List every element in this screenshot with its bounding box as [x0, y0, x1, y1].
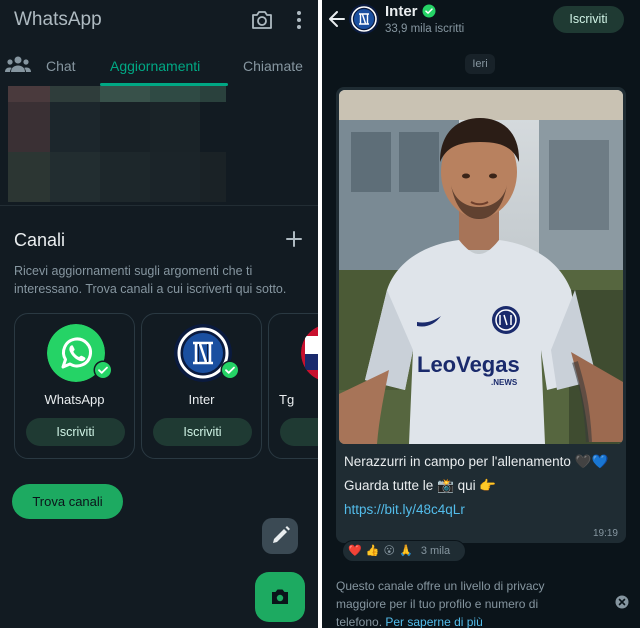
close-icon[interactable]: [615, 595, 629, 609]
reaction-heart: ❤️: [348, 545, 362, 557]
reaction-surprised: 😮: [383, 545, 395, 557]
more-vertical-icon[interactable]: [290, 9, 308, 31]
status-list-blurred: [0, 86, 318, 204]
tab-aggiornamenti[interactable]: Aggiornamenti: [110, 58, 200, 74]
subscribe-button[interactable]: Iscriviti: [26, 418, 125, 446]
reaction-thumbs-up: 👍: [365, 545, 380, 557]
player-photo-image: LeoVegas .NEWS: [339, 90, 623, 444]
message-link[interactable]: https://bit.ly/48c4qLr: [344, 502, 465, 517]
channel-card-inter[interactable]: Inter Iscriviti: [141, 313, 262, 459]
tg-logo-icon: [301, 326, 318, 380]
message-text: Nerazzurri in campo per l'allenamento 🖤💙…: [344, 450, 620, 522]
reactions-bar[interactable]: ❤️ 👍 😮 🙏 3 mila: [342, 540, 466, 562]
message-line-1: Nerazzurri in campo per l'allenamento 🖤💙: [344, 454, 609, 469]
verified-badge-icon: [220, 360, 240, 380]
find-channels-button[interactable]: Trova canali: [12, 484, 123, 519]
subscribe-button[interactable]: Is: [280, 418, 318, 446]
privacy-notice: Questo canale offre un livello di privac…: [336, 577, 566, 628]
tab-chat[interactable]: Chat: [46, 58, 76, 74]
channel-title[interactable]: Inter: [385, 3, 418, 20]
app-bar: WhatsApp: [0, 0, 318, 44]
reaction-count: 3 mila: [420, 545, 451, 557]
section-divider: [0, 205, 318, 206]
reaction-pray: 🙏: [399, 545, 413, 557]
channel-card-tg[interactable]: Tg Is: [268, 313, 318, 459]
plus-icon[interactable]: [284, 229, 304, 249]
message-photo[interactable]: LeoVegas .NEWS: [339, 90, 623, 444]
verified-badge-icon: [422, 4, 436, 18]
edit-status-button[interactable]: [262, 518, 298, 554]
channel-name: Inter: [188, 392, 215, 407]
community-icon[interactable]: [5, 54, 31, 74]
channel-name: Tg: [279, 392, 295, 407]
subscribe-button[interactable]: Iscriviti: [153, 418, 252, 446]
tab-chiamate[interactable]: Chiamate: [243, 58, 303, 74]
camera-icon: [272, 589, 288, 604]
channel-panel: Inter 33,9 mila iscritti Iscriviti Ieri: [322, 0, 640, 628]
channel-card-whatsapp[interactable]: WhatsApp Iscriviti: [14, 313, 135, 459]
verified-badge-icon: [93, 360, 113, 380]
channels-title: Canali: [14, 230, 66, 250]
date-chip: Ieri: [465, 54, 495, 74]
svg-text:.NEWS: .NEWS: [491, 378, 518, 387]
camera-fab-button[interactable]: [255, 572, 305, 622]
privacy-learn-more-link[interactable]: Per saperne di più: [385, 615, 482, 628]
channel-header: Inter 33,9 mila iscritti Iscriviti: [322, 0, 640, 44]
app-title: WhatsApp: [14, 9, 102, 30]
channel-message[interactable]: LeoVegas .NEWS Nerazzurri in campo per l…: [336, 87, 626, 543]
message-line-2: Guarda tutte le 📸 qui 👉 https://bit.ly/4…: [344, 474, 620, 522]
inter-avatar-icon[interactable]: [349, 4, 379, 34]
updates-panel: WhatsApp Chat Aggiornamenti Chiamate Can…: [0, 0, 318, 628]
channels-description: Ricevi aggiornamenti sugli argomenti che…: [14, 264, 287, 296]
back-arrow-icon[interactable]: [328, 9, 346, 29]
message-line-2-text: Guarda tutte le 📸 qui 👉: [344, 478, 497, 493]
subscribe-button[interactable]: Iscriviti: [553, 6, 624, 33]
pencil-icon: [273, 526, 290, 543]
camera-icon[interactable]: [250, 9, 274, 31]
tab-bar: Chat Aggiornamenti Chiamate: [0, 44, 318, 86]
message-time: 19:19: [592, 528, 618, 539]
channel-name: WhatsApp: [44, 392, 105, 407]
subscriber-count: 33,9 mila iscritti: [385, 23, 465, 35]
shirt-sponsor-text: LeoVegas: [417, 352, 520, 377]
